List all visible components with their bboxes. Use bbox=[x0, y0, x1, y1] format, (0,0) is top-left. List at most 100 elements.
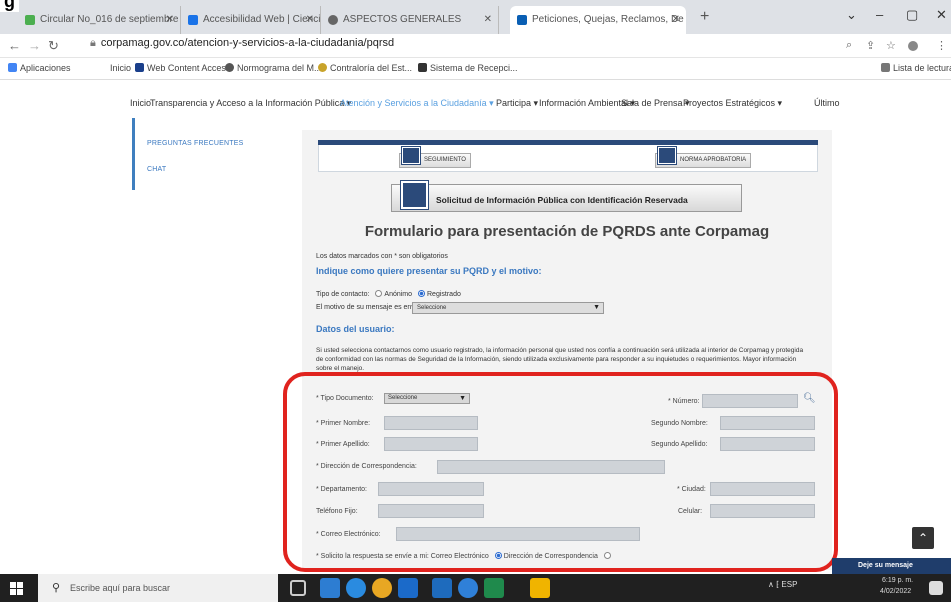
maximize-icon[interactable]: ▢ bbox=[906, 7, 918, 23]
bookmark-item[interactable]: Contraloría del Est... bbox=[318, 63, 412, 73]
new-tab-icon[interactable]: + bbox=[700, 8, 709, 26]
chevron-down-icon: ▼ bbox=[593, 304, 600, 311]
correo-field[interactable] bbox=[396, 527, 640, 541]
search-icon[interactable]: 🔍︎ bbox=[803, 393, 816, 407]
respuesta-direccion-radio[interactable] bbox=[603, 552, 611, 559]
segundo-nombre-field[interactable] bbox=[720, 416, 815, 430]
browser-tab[interactable]: ASPECTOS GENERALES ✕ bbox=[321, 6, 499, 34]
word-icon[interactable] bbox=[432, 578, 452, 598]
minimize-icon[interactable]: – bbox=[876, 7, 883, 22]
windows-start-icon[interactable] bbox=[10, 582, 23, 595]
divider bbox=[318, 140, 818, 145]
departamento-field[interactable] bbox=[378, 482, 484, 496]
numero-field[interactable] bbox=[702, 394, 798, 408]
nav-item-inicio[interactable]: Inicio bbox=[130, 98, 151, 108]
taskbar-search-input[interactable]: ⚲ Escribe aquí para buscar bbox=[38, 574, 278, 602]
motivo-select[interactable]: Seleccione ▼ bbox=[412, 302, 604, 314]
file-explorer-icon[interactable] bbox=[320, 578, 340, 598]
numero-label: * Número: bbox=[668, 398, 700, 405]
telefono-field[interactable] bbox=[378, 504, 484, 518]
search-icon: ⚲ bbox=[52, 582, 61, 594]
bookmark-item[interactable]: Sistema de Recepci... bbox=[418, 63, 518, 73]
back-icon[interactable]: ← bbox=[8, 38, 21, 53]
lock-icon: 🔒︎ bbox=[90, 37, 96, 49]
seguimiento-button[interactable]: SEGUIMIENTO bbox=[399, 147, 471, 168]
chrome-icon[interactable] bbox=[372, 578, 392, 598]
direccion-field[interactable] bbox=[437, 460, 665, 474]
close-icon[interactable]: ✕ bbox=[484, 14, 492, 25]
sidebar-item-preguntas[interactable]: PREGUNTAS FRECUENTES bbox=[147, 140, 243, 147]
edge-icon[interactable] bbox=[346, 578, 366, 598]
bookmark-item[interactable]: Inicio bbox=[110, 63, 131, 73]
primer-nombre-label: * Primer Nombre: bbox=[316, 420, 371, 427]
bookmark-item[interactable]: Normograma del M... bbox=[225, 63, 322, 73]
close-icon[interactable]: ✕ bbox=[166, 14, 174, 25]
system-tray[interactable]: ∧ ⁅ ESP bbox=[768, 580, 797, 589]
tab-search-icon[interactable]: ⌄ bbox=[846, 7, 857, 23]
close-icon[interactable]: ✕ bbox=[306, 14, 314, 25]
primer-nombre-field[interactable] bbox=[384, 416, 478, 430]
address-bar-row: ← → ↻ 🔒︎ corpamag.gov.co/atencion-y-servi… bbox=[0, 34, 951, 58]
bookmark-apps[interactable]: Aplicaciones bbox=[8, 63, 71, 73]
primer-apellido-field[interactable] bbox=[384, 437, 478, 451]
window-close-icon[interactable]: ✕ bbox=[936, 7, 947, 23]
direccion-label: * Dirección de Correspondencia: bbox=[316, 463, 417, 470]
respuesta-label: * Solicito la respuesta se envíe a mi: C… bbox=[316, 553, 489, 560]
browser-tab[interactable]: Accesibilidad Web | Ciencia de ✕ bbox=[181, 6, 321, 34]
radio-label: Anónimo bbox=[384, 291, 413, 298]
bookmark-item[interactable]: Web Content Acces... bbox=[135, 63, 233, 73]
tab-favicon-icon bbox=[25, 15, 35, 25]
nav-item-transparencia[interactable]: Transparencia y Acceso a la Información … bbox=[150, 98, 351, 109]
reserved-request-button[interactable]: Solicitud de Información Pública con Ide… bbox=[391, 181, 742, 212]
norma-aprobatoria-button[interactable]: NORMA APROBATORIA bbox=[655, 147, 752, 168]
close-icon[interactable]: ✕ bbox=[672, 14, 680, 25]
bookmark-favicon-icon bbox=[318, 63, 327, 72]
nav-item-ultimo[interactable]: Último bbox=[814, 98, 840, 108]
ciudad-label: * Ciudad: bbox=[677, 486, 706, 493]
contact-type-label: Tipo de contacto: bbox=[316, 291, 370, 298]
contact-anonimo-radio[interactable] bbox=[375, 290, 383, 297]
bookmark-favicon-icon bbox=[225, 63, 234, 72]
star-icon[interactable]: ☆ bbox=[886, 39, 896, 52]
reading-list-icon bbox=[881, 63, 890, 72]
share-icon[interactable]: ⇪ bbox=[866, 39, 875, 52]
browser-tab-active[interactable]: Peticiones, Quejas, Reclamos, De ✕ bbox=[510, 6, 686, 34]
celular-field[interactable] bbox=[710, 504, 815, 518]
task-view-icon[interactable] bbox=[290, 580, 306, 596]
tab-label: ASPECTOS GENERALES bbox=[343, 14, 462, 25]
clock-time[interactable]: 6:19 p. m. bbox=[882, 577, 913, 584]
contact-registrado-radio[interactable] bbox=[418, 290, 425, 297]
reload-icon[interactable]: ↻ bbox=[48, 38, 59, 54]
sidebar-item-chat[interactable]: CHAT bbox=[147, 166, 166, 173]
required-note: Los datos marcados con * son obligatorio… bbox=[316, 253, 448, 260]
tipo-documento-select[interactable]: Seleccione ▼ bbox=[384, 393, 470, 404]
excel-icon[interactable] bbox=[484, 578, 504, 598]
nav-item-atencion[interactable]: Atención y Servicios a la Ciudadanía ▾ bbox=[340, 98, 494, 109]
reading-list[interactable]: Lista de lectura bbox=[881, 63, 951, 73]
nav-item-sala-prensa[interactable]: Sala de Prensa ▾ bbox=[621, 98, 690, 109]
segundo-apellido-label: Segundo Apellido: bbox=[651, 441, 708, 448]
folder-icon[interactable] bbox=[530, 578, 550, 598]
avatar[interactable] bbox=[908, 41, 918, 51]
internet-explorer-icon[interactable] bbox=[458, 578, 478, 598]
nav-item-participa[interactable]: Participa ▾ bbox=[496, 98, 538, 109]
tab-favicon-icon bbox=[188, 15, 198, 25]
chat-widget[interactable]: Deje su mensaje bbox=[832, 558, 951, 574]
browser-tab[interactable]: Circular No_016 de septiembre ✕ bbox=[18, 6, 181, 34]
menu-icon[interactable]: ⋮ bbox=[936, 39, 947, 52]
telefono-label: Teléfono Fijo: bbox=[316, 508, 358, 515]
browser-tab-bar: Circular No_016 de septiembre ✕ Accesibi… bbox=[0, 0, 951, 34]
scroll-top-button[interactable]: ⌃ bbox=[912, 527, 934, 549]
nav-item-proyectos[interactable]: Proyectos Estratégicos ▾ bbox=[683, 98, 782, 109]
forward-icon[interactable]: → bbox=[28, 38, 41, 53]
ciudad-field[interactable] bbox=[710, 482, 815, 496]
apps-icon bbox=[8, 63, 17, 72]
clock-date[interactable]: 4/02/2022 bbox=[880, 588, 911, 595]
segundo-apellido-field[interactable] bbox=[720, 437, 815, 451]
zoom-icon[interactable]: ⌕ bbox=[846, 39, 852, 52]
notification-icon[interactable] bbox=[929, 581, 943, 595]
respuesta-correo-radio[interactable] bbox=[494, 552, 502, 559]
address-input[interactable]: 🔒︎ corpamag.gov.co/atencion-y-servicios-a… bbox=[90, 37, 394, 50]
bookmarks-bar: Aplicaciones Inicio Web Content Acces...… bbox=[0, 58, 951, 80]
store-icon[interactable] bbox=[398, 578, 418, 598]
